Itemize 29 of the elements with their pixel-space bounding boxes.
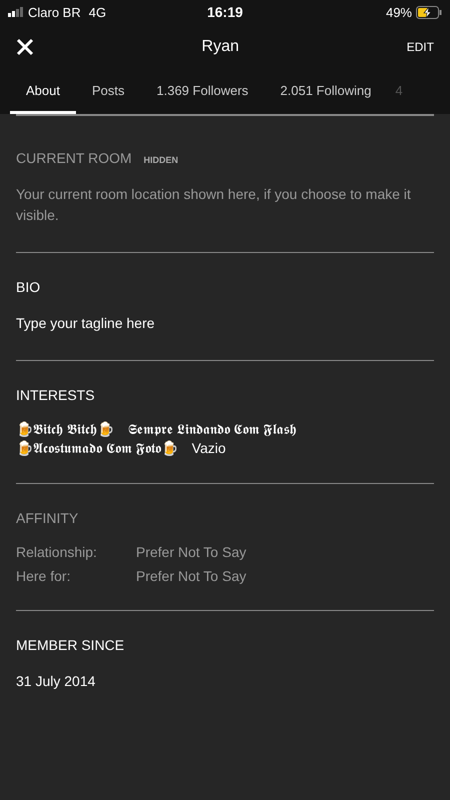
section-text: Type your tagline here xyxy=(16,314,156,333)
network-type: 4G xyxy=(88,4,106,20)
carrier-name: Claro BR xyxy=(28,4,81,20)
section-title: CURRENT ROOM xyxy=(16,150,132,166)
field-value: Prefer Not To Say xyxy=(136,544,248,560)
section-title: MEMBER SINCE xyxy=(16,637,124,653)
tab[interactable]: About xyxy=(10,70,76,114)
hidden-label: HIDDEN xyxy=(144,155,178,165)
signal-icon xyxy=(8,7,24,17)
section-title: AFFINITY xyxy=(16,510,78,526)
interest-tag: 🍺𝕬𝖈𝖔𝖘𝖙𝖚𝖒𝖆𝖉𝖔 𝕮𝖔𝖒 𝕱𝖔𝖙𝖔🍺 xyxy=(16,440,178,457)
tab[interactable]: 2.051 Following xyxy=(264,70,388,114)
section-title: INTERESTS xyxy=(16,387,95,403)
interest-tag: 𝕾𝖊𝖒𝖕𝖗𝖊 𝕷𝖎𝖓𝖉𝖆𝖓𝖉𝖔 𝕮𝖔𝖒 𝕱𝖑𝖆𝖘𝖍 xyxy=(128,421,297,438)
tab[interactable]: Posts xyxy=(76,70,140,114)
section-text: 31 July 2014 xyxy=(16,672,96,691)
profile-name: Ryan xyxy=(202,38,239,56)
close-icon[interactable] xyxy=(16,38,34,56)
field-value: Prefer Not To Say xyxy=(136,568,248,584)
field-label: Here for: xyxy=(16,568,72,584)
section-title: BIO xyxy=(16,279,40,295)
tab[interactable]: 1.369 Followers xyxy=(140,70,264,114)
section-text: Your current room location shown here, if you choose to make it visible. xyxy=(16,185,412,225)
field-label: Relationship: xyxy=(16,544,98,560)
clock: 16:19 xyxy=(207,4,243,20)
battery-percent: 49% xyxy=(386,4,412,20)
edit-button[interactable]: EDIT xyxy=(406,40,434,54)
interest-tag: Vazio xyxy=(192,440,226,457)
interest-tag: 🍺𝕭𝖎𝖙𝖈𝖍 𝕭𝖎𝖙𝖈𝖍🍺 xyxy=(16,421,114,438)
